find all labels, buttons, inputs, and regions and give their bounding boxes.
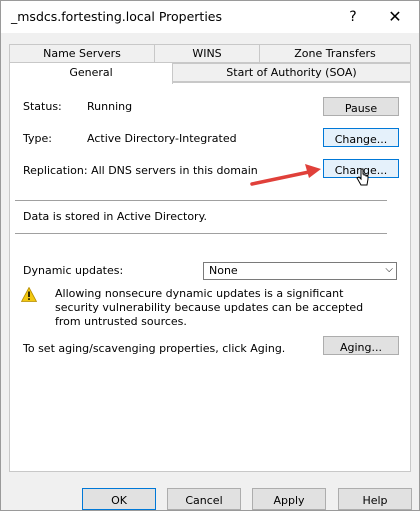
apply-button[interactable]: Apply bbox=[252, 488, 326, 510]
title-bar: _msdcs.fortesting.local Properties ? ✕ bbox=[1, 1, 419, 33]
separator bbox=[15, 200, 387, 201]
cancel-button[interactable]: Cancel bbox=[167, 488, 241, 510]
type-value: Active Directory-Integrated bbox=[87, 132, 237, 145]
aging-button[interactable]: Aging... bbox=[323, 336, 399, 355]
aging-text: To set aging/scavenging properties, clic… bbox=[23, 342, 286, 355]
status-value: Running bbox=[87, 100, 133, 113]
status-label: Status: bbox=[23, 100, 62, 113]
dynamic-updates-value: None bbox=[209, 264, 238, 277]
pause-button[interactable]: Pause bbox=[323, 97, 399, 116]
window-title: _msdcs.fortesting.local Properties bbox=[11, 9, 222, 24]
tab-name-servers[interactable]: Name Servers bbox=[9, 44, 155, 63]
tab-wins[interactable]: WINS bbox=[154, 44, 260, 63]
dynamic-updates-label: Dynamic updates: bbox=[23, 264, 124, 277]
warning-icon bbox=[21, 287, 37, 302]
tab-soa[interactable]: Start of Authority (SOA) bbox=[172, 63, 411, 82]
warning-text: Allowing nonsecure dynamic updates is a … bbox=[55, 287, 364, 328]
chevron-down-icon: ⌵ bbox=[385, 264, 393, 275]
replication-text: Replication: All DNS servers in this dom… bbox=[23, 164, 258, 177]
separator bbox=[15, 233, 387, 234]
type-label: Type: bbox=[23, 132, 52, 145]
help-title-button[interactable]: ? bbox=[341, 5, 365, 29]
dynamic-updates-select[interactable]: None ⌵ bbox=[203, 262, 397, 280]
mouse-cursor-icon bbox=[356, 168, 369, 186]
ok-button[interactable]: OK bbox=[82, 488, 156, 510]
help-button[interactable]: Help bbox=[338, 488, 412, 510]
storage-note: Data is stored in Active Directory. bbox=[23, 210, 208, 223]
type-change-button[interactable]: Change... bbox=[323, 128, 399, 147]
tab-zone-transfers[interactable]: Zone Transfers bbox=[259, 44, 411, 63]
tab-general[interactable]: General bbox=[9, 62, 173, 84]
close-button[interactable]: ✕ bbox=[383, 5, 407, 29]
red-arrow bbox=[250, 164, 321, 186]
properties-dialog: _msdcs.fortesting.local Properties ? ✕ N… bbox=[0, 0, 420, 511]
